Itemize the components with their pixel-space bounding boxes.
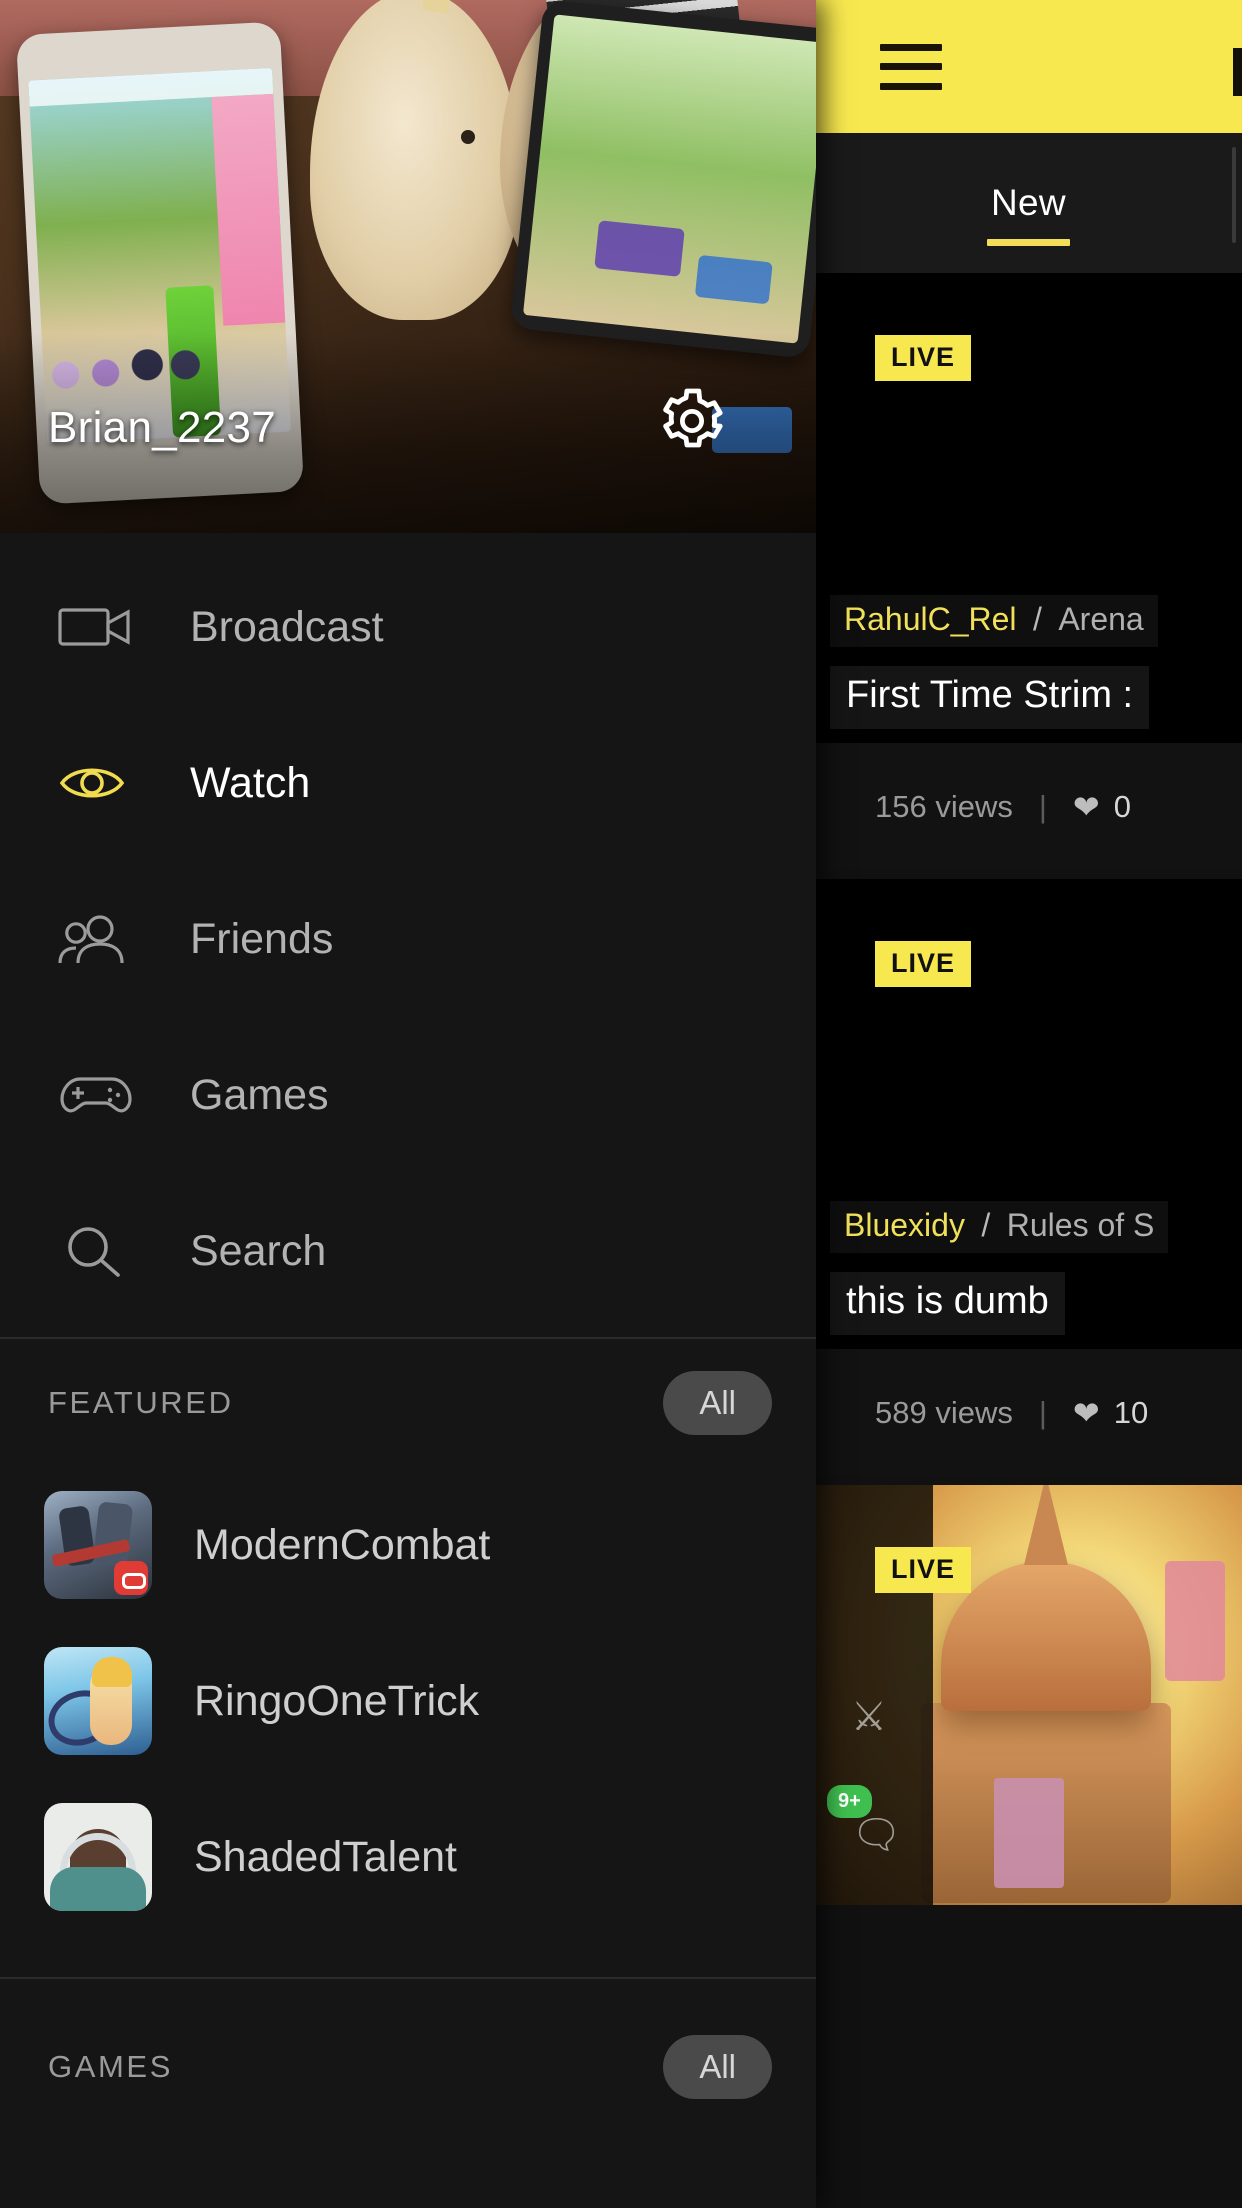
stream-game[interactable]: Rules of S <box>1007 1207 1155 1243</box>
games-section-header: GAMES All <box>0 1979 816 2155</box>
live-badge: LIVE <box>875 335 972 381</box>
unread-count-badge: 9+ <box>827 1785 872 1818</box>
sidebar-item-label: Games <box>190 1070 329 1119</box>
stream-thumbnail[interactable]: LIVE ⚔ 🗨 📣 ⛰ 9+ <box>815 1485 1242 1905</box>
list-item[interactable]: ShadedTalent <box>0 1779 816 1935</box>
stream-username[interactable]: Bluexidy <box>844 1207 965 1243</box>
games-section-title: GAMES <box>48 2049 173 2084</box>
stream-thumbnail[interactable]: LIVE Bluexidy / Rules of S this is dumb <box>815 879 1242 1349</box>
stream-title: First Time Strim : <box>846 674 1134 716</box>
list-item-label: ModernCombat <box>194 1520 491 1569</box>
stream-stats: 156 views | ❤ 0 <box>815 743 1242 870</box>
featured-all-button[interactable]: All <box>663 1371 772 1435</box>
people-icon <box>58 913 154 965</box>
drawer-nav-list: Broadcast Watch Friends Games Search <box>0 533 816 1329</box>
gear-icon[interactable] <box>654 383 730 459</box>
sidebar-item-games[interactable]: Games <box>0 1017 816 1173</box>
stream-card[interactable]: LIVE Bluexidy / Rules of S this is dumb … <box>815 879 1242 1476</box>
meta-separator: / <box>981 1207 991 1243</box>
stream-title-container: this is dumb <box>830 1272 1065 1335</box>
sidebar-item-label: Broadcast <box>190 602 384 651</box>
gamepad-icon <box>58 1071 154 1119</box>
view-count: 589 views <box>875 1394 1013 1430</box>
stream-meta: Bluexidy / Rules of S <box>830 1201 1169 1253</box>
search-icon <box>58 1225 154 1277</box>
live-badge: LIVE <box>875 1547 972 1593</box>
list-item[interactable]: RingoOneTrick <box>0 1623 816 1779</box>
heart-icon: ❤ <box>1072 788 1100 825</box>
sidebar-item-friends[interactable]: Friends <box>0 861 816 1017</box>
stream-username[interactable]: RahulC_Rel <box>844 601 1017 637</box>
meta-separator: / <box>1032 601 1042 637</box>
list-item[interactable]: ModernCombat <box>0 1467 816 1623</box>
sidebar-item-watch[interactable]: Watch <box>0 705 816 861</box>
tab-new[interactable]: New <box>985 182 1072 246</box>
sidebar-item-label: Watch <box>190 758 311 807</box>
chat-bubble-icon: 🗨 <box>851 1813 902 1857</box>
topbar-right-affordance[interactable] <box>1233 48 1242 96</box>
sidebar-item-search[interactable]: Search <box>0 1173 816 1329</box>
featured-section-header: FEATURED All <box>0 1339 816 1467</box>
game-avatar <box>44 1491 152 1599</box>
feed-tab-bar: New <box>815 133 1242 273</box>
sidebar-item-label: Friends <box>190 914 334 963</box>
like-count: 0 <box>1113 788 1131 824</box>
stream-meta: RahulC_Rel / Arena <box>830 595 1158 647</box>
game-avatar <box>44 1647 152 1755</box>
stream-game[interactable]: Arena <box>1058 601 1143 637</box>
like-count: 10 <box>1113 1394 1149 1430</box>
sidebar-item-broadcast[interactable]: Broadcast <box>0 549 816 705</box>
stream-card[interactable]: LIVE ⚔ 🗨 📣 ⛰ 9+ <box>815 1485 1242 1905</box>
navigation-drawer: Brian_2237 Broadcast Watch Friends Games… <box>0 0 816 2208</box>
stream-title: this is dumb <box>846 1280 1049 1322</box>
stat-divider: | <box>1038 788 1047 824</box>
stream-card[interactable]: LIVE RahulC_Rel / Arena First Time Strim… <box>815 273 1242 870</box>
heart-icon: ❤ <box>1072 1394 1100 1431</box>
sidebar-item-label: Search <box>190 1226 327 1275</box>
video-camera-icon <box>58 602 154 652</box>
profile-username: Brian_2237 <box>48 403 277 452</box>
stream-thumbnail[interactable]: LIVE RahulC_Rel / Arena First Time Strim… <box>815 273 1242 743</box>
games-all-button[interactable]: All <box>663 2035 772 2099</box>
stream-title-container: First Time Strim : <box>830 666 1150 729</box>
tabbar-scroll-indicator[interactable] <box>1232 147 1236 243</box>
user-avatar <box>44 1803 152 1911</box>
stat-divider: | <box>1038 1394 1047 1430</box>
featured-section-title: FEATURED <box>48 1385 234 1420</box>
tab-new-label: New <box>991 182 1066 223</box>
list-item-label: RingoOneTrick <box>194 1676 480 1725</box>
view-count: 156 views <box>875 788 1013 824</box>
tab-active-indicator <box>987 239 1070 246</box>
hamburger-menu-icon[interactable] <box>880 43 942 90</box>
stream-card-list: LIVE RahulC_Rel / Arena First Time Strim… <box>815 273 1242 2208</box>
eye-icon <box>58 758 154 808</box>
drawer-profile-header[interactable]: Brian_2237 <box>0 0 816 533</box>
sword-icon: ⚔ <box>851 1695 887 1739</box>
live-badge: LIVE <box>875 941 972 987</box>
list-item-label: ShadedTalent <box>194 1832 457 1881</box>
app-root: New LIVE RahulC_Rel / Arena First Time S… <box>0 0 1242 2208</box>
stream-stats: 589 views | ❤ 10 <box>815 1349 1242 1476</box>
